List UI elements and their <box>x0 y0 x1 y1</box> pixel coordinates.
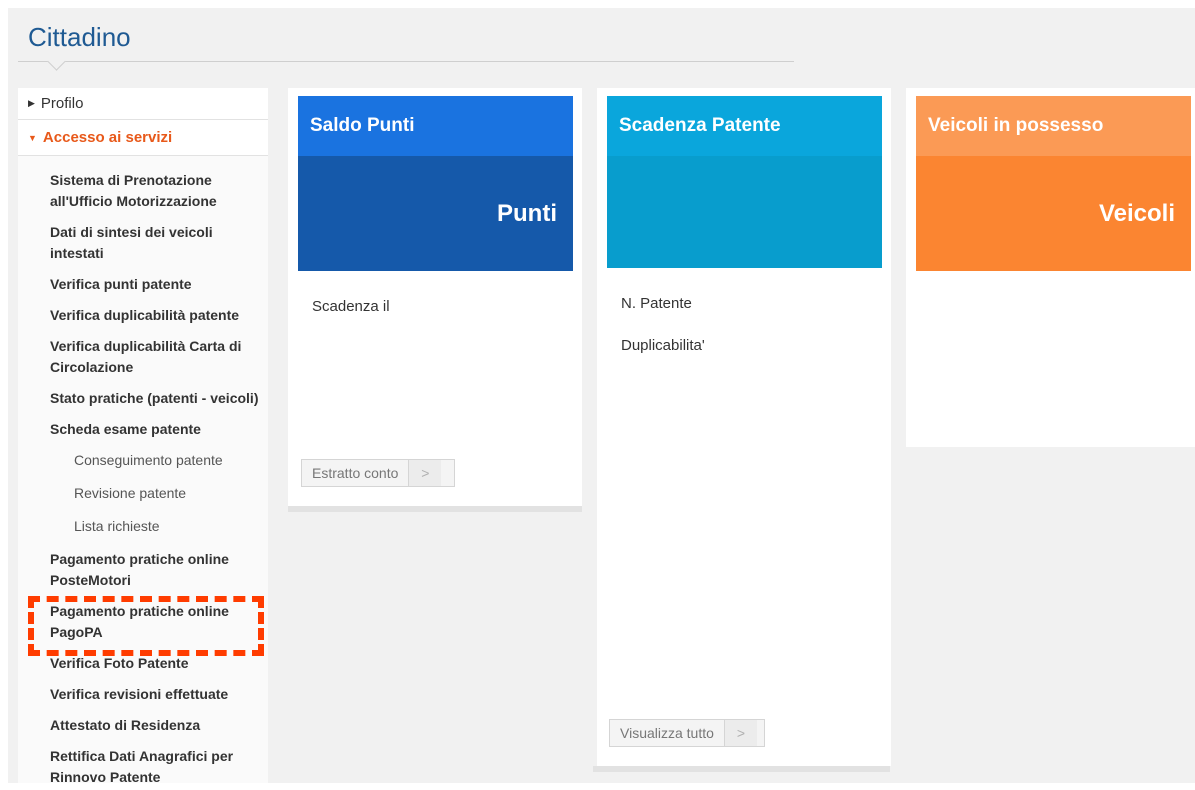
tile-header: Veicoli in possesso <box>916 96 1191 156</box>
menu-item-scheda-esame[interactable]: Scheda esame patente <box>18 417 268 442</box>
tile-saldo-punti[interactable]: Saldo Punti Punti <box>298 96 573 271</box>
visualizza-tutto-button[interactable]: Visualizza tutto > <box>609 719 765 747</box>
menu-item-verifica-punti[interactable]: Verifica punti patente <box>18 272 268 297</box>
sidebar: ▶ Profilo ▼ Accesso ai servizi Sistema d… <box>18 88 268 785</box>
menu-item-revisioni[interactable]: Verifica revisioni effettuate <box>18 682 268 707</box>
menu-item-residenza[interactable]: Attestato di Residenza <box>18 713 268 738</box>
scadenza-label: Scadenza il <box>312 298 390 315</box>
title-divider <box>18 61 794 62</box>
menu-item-stato-pratiche[interactable]: Stato pratiche (patenti - veicoli) <box>18 386 268 411</box>
tile-value: Veicoli <box>1098 200 1175 227</box>
tile-header: Scadenza Patente <box>607 96 882 156</box>
menu-item-pagopa[interactable]: Pagamento pratiche online PagoPA <box>18 599 268 645</box>
menu-subitem-conseguimento[interactable]: Conseguimento patente <box>18 448 268 473</box>
tile-scadenza-patente[interactable]: Scadenza Patente <box>607 96 882 268</box>
menu-item-postemotori[interactable]: Pagamento pratiche online PosteMotori <box>18 547 268 593</box>
tile-value: Punti <box>497 200 557 227</box>
menu-item-duplicabilita-patente[interactable]: Verifica duplicabilità patente <box>18 303 268 328</box>
triangle-down-icon: ▼ <box>28 132 37 143</box>
page-title: Cittadino <box>28 22 131 52</box>
tile-header: Saldo Punti <box>298 96 573 156</box>
card-shadow <box>288 506 582 512</box>
sidebar-item-accesso-servizi[interactable]: ▼ Accesso ai servizi <box>18 120 268 156</box>
triangle-right-icon: ▶ <box>28 98 35 108</box>
estratto-conto-button[interactable]: Estratto conto > <box>301 459 455 487</box>
duplicabilita-label: Duplicabilita' <box>621 337 705 354</box>
page: Cittadino ▶ Profilo ▼ Accesso ai servizi… <box>8 8 1195 785</box>
services-menu: Sistema di Prenotazione all'Ufficio Moto… <box>18 156 268 790</box>
button-label: Estratto conto <box>312 465 399 481</box>
tile-body <box>607 156 882 268</box>
menu-subitem-revisione[interactable]: Revisione patente <box>18 481 268 506</box>
menu-item-prenotazione[interactable]: Sistema di Prenotazione all'Ufficio Moto… <box>18 168 268 214</box>
menu-item-rettifica[interactable]: Rettifica Dati Anagrafici per Rinnovo Pa… <box>18 744 268 790</box>
tile-veicoli[interactable]: Veicoli in possesso Veicoli <box>916 96 1191 271</box>
menu-item-duplicabilita-carta[interactable]: Verifica duplicabilità Carta di Circolaz… <box>18 334 268 380</box>
button-label: Visualizza tutto <box>620 725 714 741</box>
numero-patente-label: N. Patente <box>621 295 692 312</box>
chevron-right-icon: > <box>723 720 757 746</box>
card-shadow <box>593 766 890 772</box>
sidebar-item-label: Accesso ai servizi <box>42 129 173 146</box>
sidebar-item-label: Profilo <box>40 95 84 112</box>
menu-subitem-lista-richieste[interactable]: Lista richieste <box>18 514 268 539</box>
menu-item-dati-veicoli[interactable]: Dati di sintesi dei veicoli intestati <box>18 220 268 266</box>
chevron-right-icon: > <box>408 460 442 486</box>
title-notch <box>47 52 66 71</box>
sidebar-item-profilo[interactable]: ▶ Profilo <box>18 88 268 120</box>
menu-item-foto-patente[interactable]: Verifica Foto Patente <box>18 651 268 676</box>
